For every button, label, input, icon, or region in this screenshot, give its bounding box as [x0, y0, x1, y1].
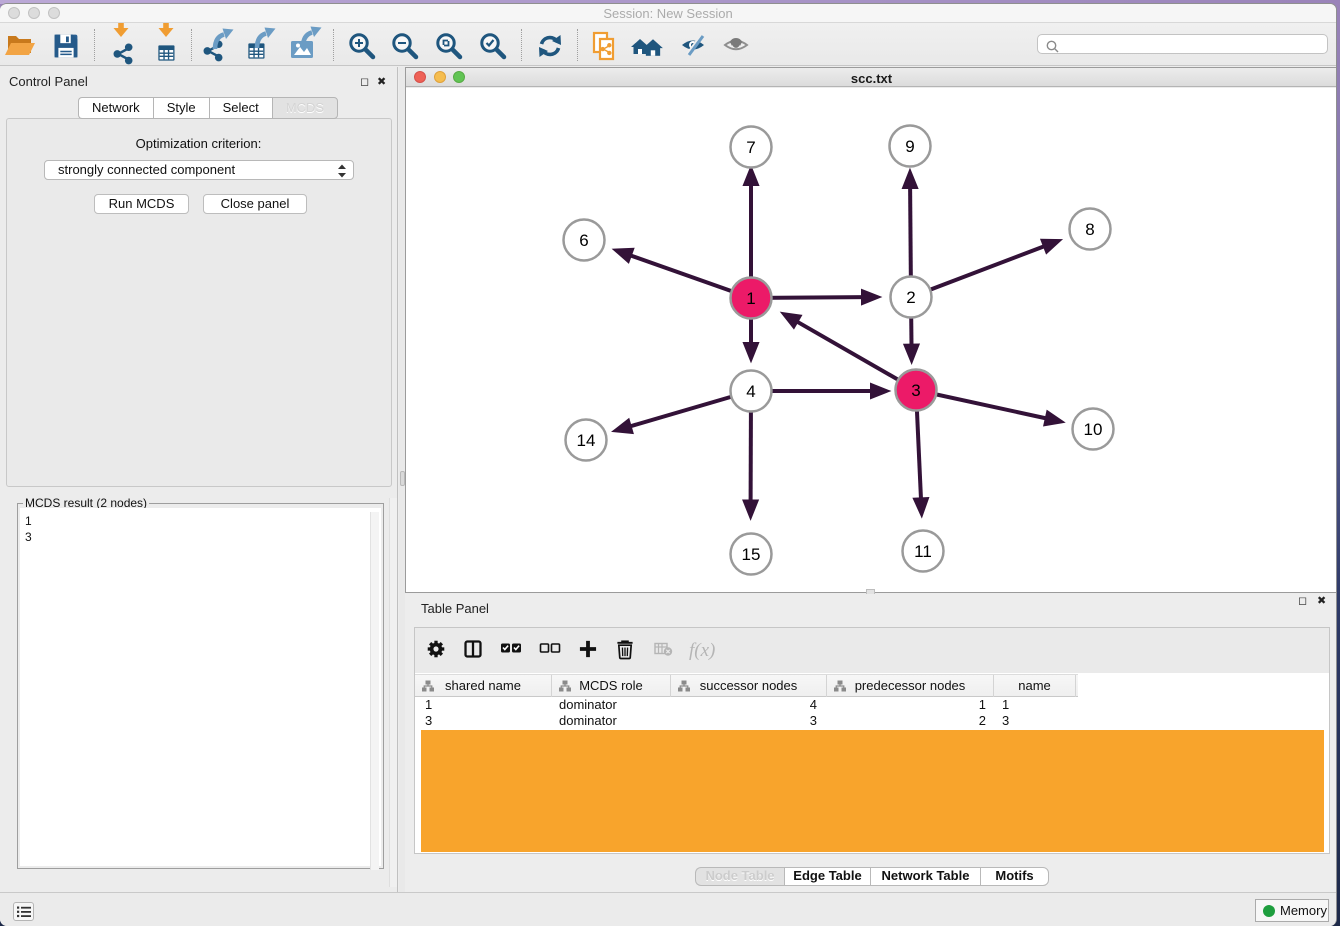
svg-text:8: 8: [1085, 220, 1094, 239]
svg-text:9: 9: [905, 137, 914, 156]
svg-text:10: 10: [1084, 420, 1103, 439]
svg-text:11: 11: [914, 542, 932, 561]
svg-text:3: 3: [911, 381, 920, 400]
svg-text:2: 2: [906, 288, 915, 307]
svg-text:f(x): f(x): [689, 640, 715, 661]
svg-text:14: 14: [577, 431, 596, 450]
svg-text:1: 1: [746, 289, 755, 308]
svg-text:7: 7: [746, 138, 755, 157]
svg-text:6: 6: [579, 231, 588, 250]
svg-text:15: 15: [742, 545, 761, 564]
svg-text:4: 4: [746, 382, 755, 401]
